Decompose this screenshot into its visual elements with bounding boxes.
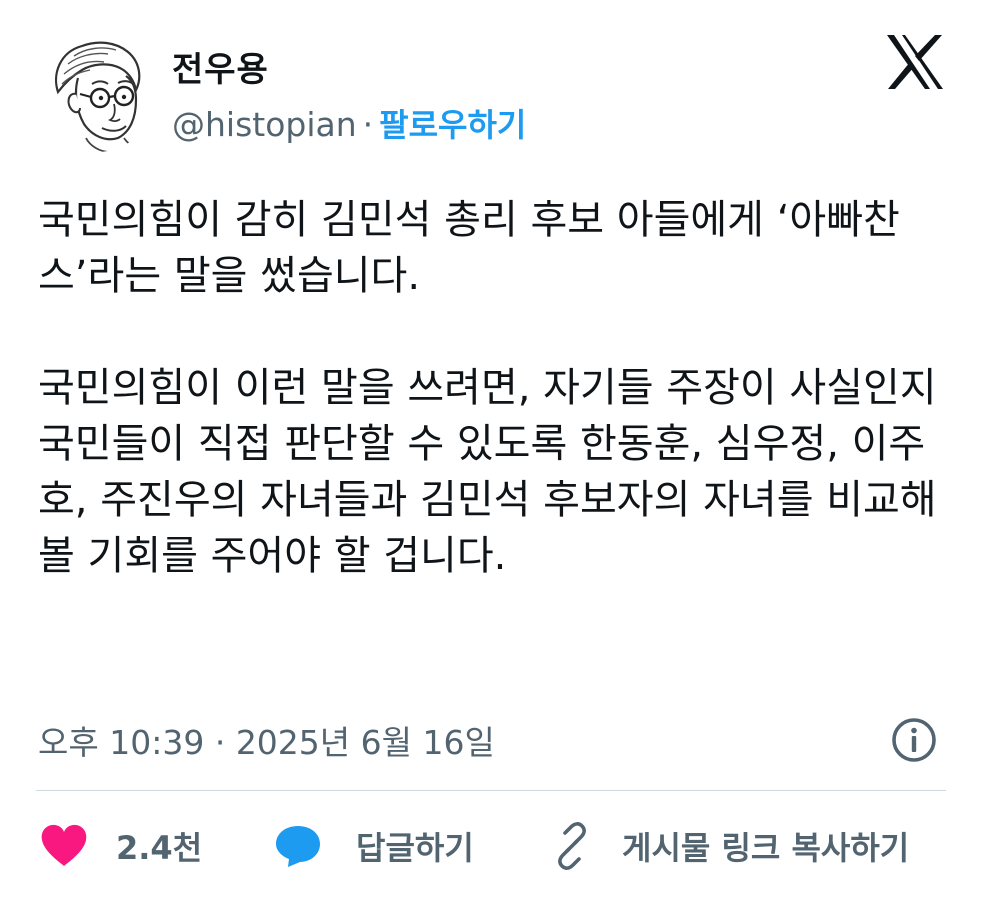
caricature-avatar-icon[interactable] xyxy=(38,34,156,152)
heart-icon xyxy=(41,824,87,866)
tweet-timestamp[interactable]: 오후 10:39 · 2025년 6월 16일 xyxy=(38,716,495,764)
author-handle-row: @histopian · 팔로우하기 xyxy=(172,100,526,146)
author-display-name[interactable]: 전우용 xyxy=(172,42,269,91)
handle-separator: · xyxy=(362,105,374,144)
reply-label: 답글하기 xyxy=(356,829,474,867)
copy-link-button[interactable]: 게시물 링크 복사하기 xyxy=(548,822,909,870)
info-icon[interactable] xyxy=(890,716,938,764)
tweet-date: 2025년 6월 16일 xyxy=(235,723,495,762)
tweet-paragraph: 국민의힘이 이런 말을 쓰려면, 자기들 주장이 사실인지 국민들이 직접 판단… xyxy=(38,365,937,579)
tweet-text: 국민의힘이 감히 김민석 총리 후보 아들에게 ‘아빠찬스’라는 말을 썼습니다… xyxy=(38,192,958,584)
copy-link-label: 게시물 링크 복사하기 xyxy=(622,829,910,867)
author-handle[interactable]: @histopian xyxy=(172,105,357,144)
tweet-time: 오후 10:39 xyxy=(38,723,205,762)
like-count: 2.4천 xyxy=(116,829,203,867)
tweet-card: 전우용 @histopian · 팔로우하기 국민의힘이 감히 김민석 총리 후보 … xyxy=(0,0,982,901)
link-icon xyxy=(558,822,586,870)
divider xyxy=(36,790,946,791)
timestamp-separator: · xyxy=(214,723,226,762)
like-button[interactable]: 2.4천 xyxy=(40,822,202,870)
reply-button[interactable]: 답글하기 xyxy=(274,822,474,870)
speech-bubble-icon xyxy=(276,826,320,867)
follow-button[interactable]: 팔로우하기 xyxy=(379,106,526,144)
tweet-paragraph: 국민의힘이 감히 김민석 총리 후보 아들에게 ‘아빠찬스’라는 말을 썼습니다… xyxy=(38,197,900,299)
x-logo-icon[interactable] xyxy=(885,34,945,90)
